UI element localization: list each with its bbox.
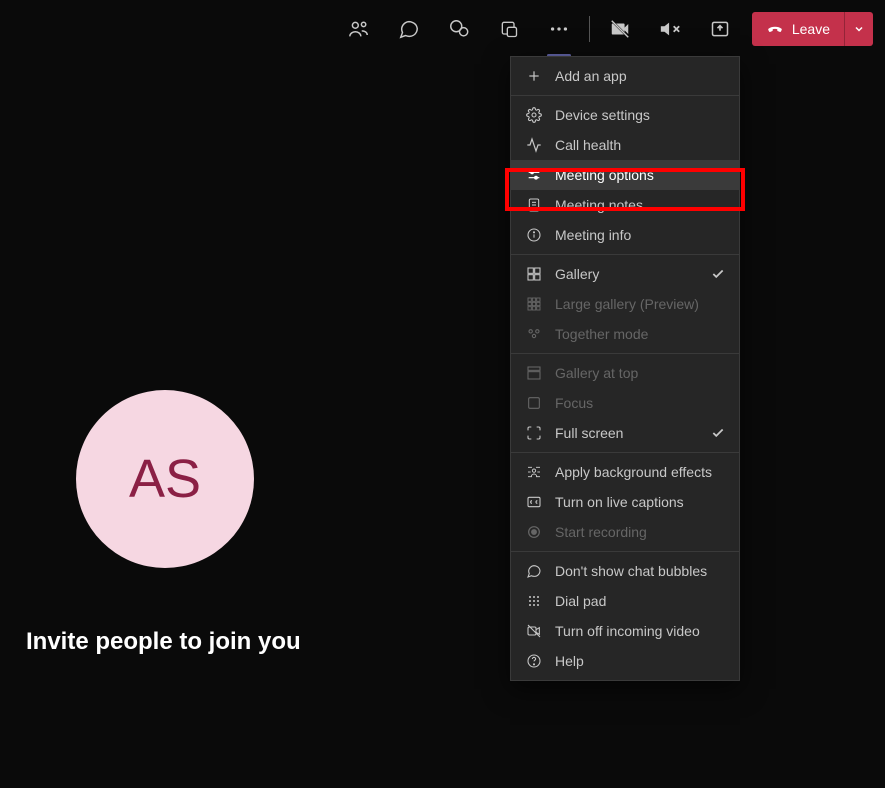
menu-item-turn-off-video[interactable]: Turn off incoming video xyxy=(511,616,739,646)
menu-item-label: Full screen xyxy=(555,425,699,441)
menu-item-label: Gallery xyxy=(555,266,699,282)
invite-text: Invite people to join you xyxy=(26,628,301,656)
avatar-initials: AS xyxy=(129,448,201,510)
more-icon xyxy=(548,18,570,40)
dialpad-icon xyxy=(525,592,543,610)
notes-icon xyxy=(525,196,543,214)
leave-button[interactable]: Leave xyxy=(752,12,844,46)
more-actions-menu: Add an app Device settings Call health M… xyxy=(510,56,740,681)
more-actions-button[interactable] xyxy=(535,7,583,51)
fullscreen-icon xyxy=(525,424,543,442)
menu-item-together-mode: Together mode xyxy=(511,319,739,349)
help-icon xyxy=(525,652,543,670)
leave-label: Leave xyxy=(792,21,830,37)
menu-item-add-app[interactable]: Add an app xyxy=(511,61,739,91)
menu-item-label: Meeting info xyxy=(555,227,725,243)
menu-section-layout: Gallery Large gallery (Preview) Together… xyxy=(511,255,739,354)
menu-item-label: Meeting options xyxy=(555,167,725,183)
leave-button-group: Leave xyxy=(752,12,873,46)
menu-item-gallery-top: Gallery at top xyxy=(511,358,739,388)
menu-item-meeting-notes[interactable]: Meeting notes xyxy=(511,190,739,220)
menu-item-label: Meeting notes xyxy=(555,197,725,213)
check-icon xyxy=(711,267,725,281)
menu-item-gallery[interactable]: Gallery xyxy=(511,259,739,289)
hangup-icon xyxy=(766,20,784,38)
hand-icon xyxy=(448,18,470,40)
gear-icon xyxy=(525,106,543,124)
menu-item-help[interactable]: Help xyxy=(511,646,739,676)
menu-section-misc: Don't show chat bubbles Dial pad Turn of… xyxy=(511,552,739,680)
focus-icon xyxy=(525,394,543,412)
menu-item-label: Help xyxy=(555,653,725,669)
menu-item-label: Don't show chat bubbles xyxy=(555,563,725,579)
background-icon xyxy=(525,463,543,481)
share-icon xyxy=(710,19,730,39)
together-icon xyxy=(525,325,543,343)
rooms-icon xyxy=(499,19,519,39)
menu-section-effects: Apply background effects Turn on live ca… xyxy=(511,453,739,552)
menu-item-focus: Focus xyxy=(511,388,739,418)
menu-item-label: Gallery at top xyxy=(555,365,725,381)
menu-item-label: Call health xyxy=(555,137,725,153)
chevron-down-icon xyxy=(853,23,865,35)
chat-icon xyxy=(398,18,420,40)
menu-item-start-recording: Start recording xyxy=(511,517,739,547)
menu-item-label: Large gallery (Preview) xyxy=(555,296,725,312)
grid-icon xyxy=(525,265,543,283)
meeting-toolbar: Leave xyxy=(0,0,885,58)
menu-item-meeting-info[interactable]: Meeting info xyxy=(511,220,739,250)
menu-item-background-effects[interactable]: Apply background effects xyxy=(511,457,739,487)
participants-button[interactable] xyxy=(335,7,383,51)
menu-item-device-settings[interactable]: Device settings xyxy=(511,100,739,130)
menu-item-label: Dial pad xyxy=(555,593,725,609)
camera-button[interactable] xyxy=(596,7,644,51)
menu-item-label: Turn off incoming video xyxy=(555,623,725,639)
grid-large-icon xyxy=(525,295,543,313)
people-icon xyxy=(348,18,370,40)
record-icon xyxy=(525,523,543,541)
menu-item-label: Start recording xyxy=(555,524,725,540)
menu-item-live-captions[interactable]: Turn on live captions xyxy=(511,487,739,517)
sliders-icon xyxy=(525,166,543,184)
gallery-top-icon xyxy=(525,364,543,382)
menu-item-label: Together mode xyxy=(555,326,725,342)
toolbar-divider xyxy=(589,16,590,42)
check-icon xyxy=(711,426,725,440)
menu-item-call-health[interactable]: Call health xyxy=(511,130,739,160)
reactions-button[interactable] xyxy=(435,7,483,51)
video-off-icon xyxy=(525,622,543,640)
avatar: AS xyxy=(76,390,254,568)
menu-section-apps: Add an app xyxy=(511,57,739,96)
captions-icon xyxy=(525,493,543,511)
menu-item-label: Turn on live captions xyxy=(555,494,725,510)
menu-item-label: Device settings xyxy=(555,107,725,123)
mic-button[interactable] xyxy=(646,7,694,51)
menu-item-chat-bubbles[interactable]: Don't show chat bubbles xyxy=(511,556,739,586)
camera-off-icon xyxy=(609,18,631,40)
menu-item-dial-pad[interactable]: Dial pad xyxy=(511,586,739,616)
activity-icon xyxy=(525,136,543,154)
rooms-button[interactable] xyxy=(485,7,533,51)
menu-item-full-screen[interactable]: Full screen xyxy=(511,418,739,448)
menu-item-label: Apply background effects xyxy=(555,464,725,480)
chat-bubbles-icon xyxy=(525,562,543,580)
info-icon xyxy=(525,226,543,244)
menu-section-settings: Device settings Call health Meeting opti… xyxy=(511,96,739,255)
speaker-muted-icon xyxy=(659,18,681,40)
chat-button[interactable] xyxy=(385,7,433,51)
leave-chevron-button[interactable] xyxy=(844,12,873,46)
plus-icon xyxy=(525,67,543,85)
menu-item-label: Focus xyxy=(555,395,725,411)
participant-area: AS Invite people to join you xyxy=(26,390,301,656)
share-button[interactable] xyxy=(696,7,744,51)
menu-item-large-gallery: Large gallery (Preview) xyxy=(511,289,739,319)
menu-item-meeting-options[interactable]: Meeting options xyxy=(511,160,739,190)
menu-section-view: Gallery at top Focus Full screen xyxy=(511,354,739,453)
menu-item-label: Add an app xyxy=(555,68,725,84)
